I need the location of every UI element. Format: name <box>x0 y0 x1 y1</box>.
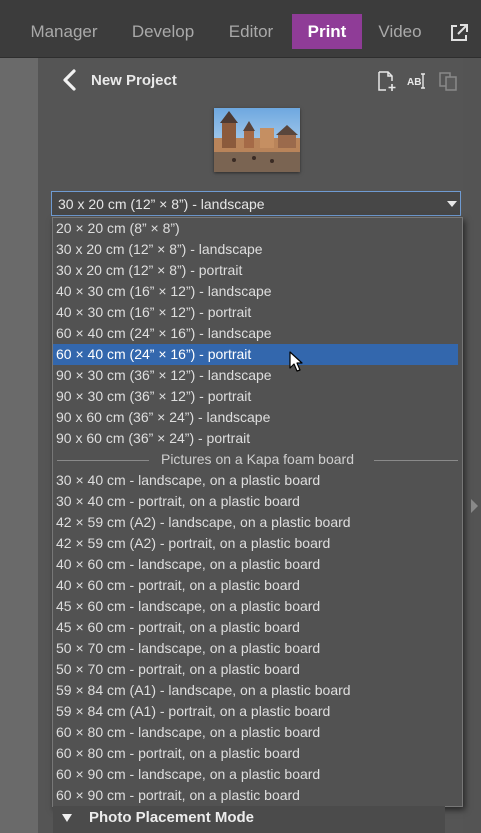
project-title: New Project <box>91 72 177 89</box>
photo-placement-mode-section[interactable]: Photo Placement Mode <box>53 806 445 833</box>
format-select[interactable]: 30 x 20 cm (12” × 8”) - landscape <box>51 191 461 216</box>
tab-video[interactable]: Video <box>370 14 430 49</box>
dropdown-option[interactable]: 30 x 20 cm (12” × 8”) - portrait <box>53 260 462 281</box>
dropdown-option-highlighted[interactable]: 60 × 40 cm (24” × 16”) - portrait <box>53 344 458 365</box>
dropdown-option[interactable]: 42 × 59 cm (A2) - portrait, on a plastic… <box>53 533 462 554</box>
dropdown-option[interactable]: 40 × 60 cm - portrait, on a plastic boar… <box>53 575 462 596</box>
left-panel-edge <box>0 58 38 833</box>
dropdown-group-header: Pictures on a Kapa foam board <box>53 449 462 470</box>
tab-develop[interactable]: Develop <box>122 14 204 49</box>
dropdown-option[interactable]: 90 × 30 cm (36” × 12”) - landscape <box>53 365 462 386</box>
dropdown-option[interactable]: 60 × 90 cm - landscape, on a plastic boa… <box>53 764 462 785</box>
mouse-pointer-icon <box>289 351 303 372</box>
dropdown-option[interactable]: 40 × 30 cm (16” × 12”) - landscape <box>53 281 462 302</box>
section-label: Photo Placement Mode <box>89 809 255 826</box>
dropdown-option[interactable]: 45 × 60 cm - portrait, on a plastic boar… <box>53 617 462 638</box>
dropdown-option[interactable]: 30 × 40 cm - portrait, on a plastic boar… <box>53 491 462 512</box>
dropdown-option[interactable]: 30 × 40 cm - landscape, on a plastic boa… <box>53 470 462 491</box>
svg-text:AB: AB <box>407 77 421 88</box>
divider <box>57 460 149 461</box>
top-navigation: Manager Develop Editor Print Video <box>0 0 481 58</box>
duplicate-icon[interactable] <box>437 70 459 92</box>
dropdown-option[interactable]: 60 × 80 cm - landscape, on a plastic boa… <box>53 722 462 743</box>
dropdown-option[interactable]: 20 × 20 cm (8” × 8”) <box>53 218 462 239</box>
rename-icon[interactable]: AB <box>406 70 428 92</box>
format-dropdown-list: 20 × 20 cm (8” × 8”) 30 x 20 cm (12” × 8… <box>52 217 463 807</box>
dropdown-option[interactable]: 90 × 30 cm (36” × 12”) - portrait <box>53 386 462 407</box>
dropdown-option[interactable]: 90 x 60 cm (36” × 24”) - portrait <box>53 428 462 449</box>
dropdown-option[interactable]: 60 × 40 cm (24” × 16”) - landscape <box>53 323 462 344</box>
expand-right-icon[interactable] <box>469 498 479 514</box>
right-panel-edge <box>463 58 481 833</box>
dropdown-option[interactable]: 42 × 59 cm (A2) - landscape, on a plasti… <box>53 512 462 533</box>
dropdown-option[interactable]: 90 x 60 cm (36” × 24”) - landscape <box>53 407 462 428</box>
caret-down-icon <box>62 814 72 822</box>
dropdown-option[interactable]: 40 × 60 cm - landscape, on a plastic boa… <box>53 554 462 575</box>
dropdown-option[interactable]: 60 × 90 cm - portrait, on a plastic boar… <box>53 785 462 806</box>
dropdown-option[interactable]: 45 × 60 cm - landscape, on a plastic boa… <box>53 596 462 617</box>
new-page-icon[interactable] <box>375 70 397 92</box>
dropdown-option[interactable]: 60 × 80 cm - portrait, on a plastic boar… <box>53 743 462 764</box>
format-select-value: 30 x 20 cm (12” × 8”) - landscape <box>58 196 265 212</box>
chevron-down-icon <box>447 201 457 207</box>
tab-editor[interactable]: Editor <box>219 14 283 49</box>
tab-manager[interactable]: Manager <box>18 14 110 49</box>
dropdown-option[interactable]: 50 × 70 cm - portrait, on a plastic boar… <box>53 659 462 680</box>
dropdown-option[interactable]: 59 × 84 cm (A1) - landscape, on a plasti… <box>53 680 462 701</box>
chevron-left-icon[interactable] <box>60 68 80 92</box>
dropdown-option[interactable]: 50 × 70 cm - landscape, on a plastic boa… <box>53 638 462 659</box>
divider <box>374 460 458 461</box>
external-link-icon[interactable] <box>449 23 469 43</box>
dropdown-option[interactable]: 40 × 30 cm (16” × 12”) - portrait <box>53 302 462 323</box>
group-header-label: Pictures on a Kapa foam board <box>160 451 354 467</box>
dropdown-option[interactable]: 59 × 84 cm (A1) - portrait, on a plastic… <box>53 701 462 722</box>
dropdown-option[interactable]: 30 x 20 cm (12” × 8”) - landscape <box>53 239 462 260</box>
project-thumbnail <box>214 108 300 172</box>
tab-print[interactable]: Print <box>292 14 362 49</box>
